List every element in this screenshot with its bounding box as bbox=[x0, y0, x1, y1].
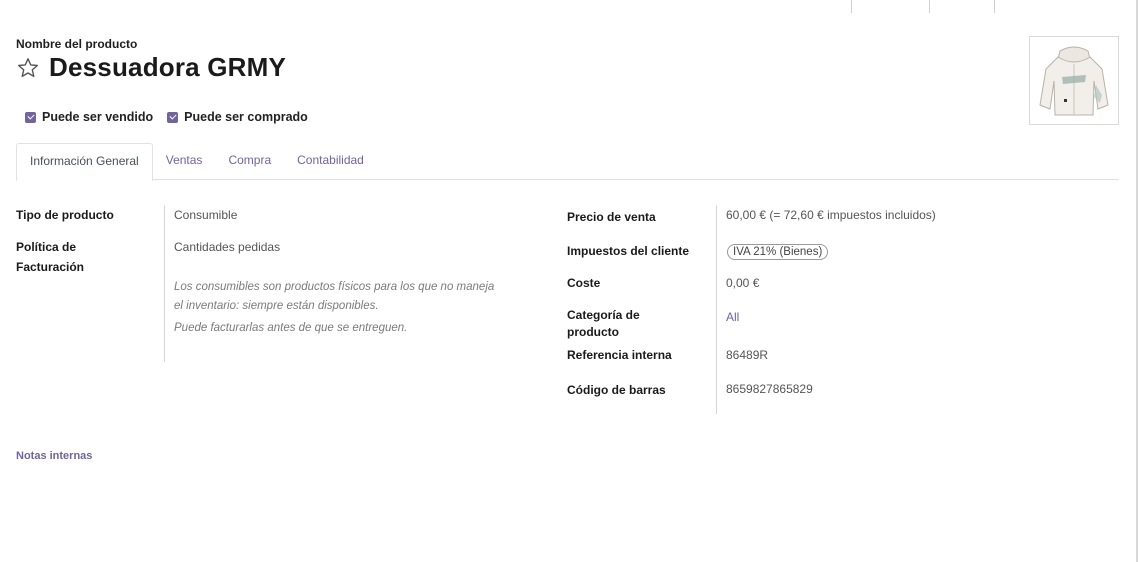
product-type-help: Los consumibles son productos físicos pa… bbox=[174, 278, 504, 338]
sale-price-field[interactable]: 60,00 € (= 72,60 € impuestos incluidos) bbox=[726, 206, 936, 224]
can-be-purchased-checkbox[interactable]: Puede ser comprado bbox=[167, 110, 308, 124]
sale-price-label: Precio de venta bbox=[567, 210, 656, 224]
tab-purchase[interactable]: Compra bbox=[215, 143, 284, 180]
toolbar-divider bbox=[851, 0, 852, 13]
can-be-sold-checkbox[interactable]: Puede ser vendido bbox=[25, 110, 153, 124]
category-field[interactable]: All bbox=[726, 308, 739, 326]
tab-general-info[interactable]: Información General bbox=[16, 143, 153, 181]
top-toolbar-dividers bbox=[0, 0, 1140, 14]
can-be-purchased-label: Puede ser comprado bbox=[184, 110, 308, 124]
product-name-label: Nombre del producto bbox=[16, 37, 138, 51]
tab-sales[interactable]: Ventas bbox=[153, 143, 216, 180]
toolbar-divider bbox=[994, 0, 995, 13]
can-be-sold-label: Puede ser vendido bbox=[42, 110, 154, 124]
internal-ref-label: Referencia interna bbox=[567, 348, 672, 362]
checkbox-checked-icon[interactable] bbox=[25, 111, 36, 123]
invoice-policy-field[interactable]: Cantidades pedidas bbox=[174, 238, 280, 256]
barcode-label: Código de barras bbox=[567, 383, 666, 397]
hoodie-image bbox=[1039, 46, 1109, 116]
title-row: Dessuadora GRMY bbox=[16, 52, 286, 83]
star-icon[interactable] bbox=[16, 56, 40, 80]
invoice-policy-label: Política de Facturación bbox=[16, 240, 85, 274]
cost-label: Coste bbox=[567, 276, 601, 290]
category-label: Categoría de producto bbox=[567, 308, 640, 339]
product-image[interactable] bbox=[1029, 36, 1119, 125]
help-text-line: Los consumibles son productos físicos pa… bbox=[174, 281, 495, 312]
barcode-field[interactable]: 8659827865829 bbox=[726, 380, 813, 398]
sale-purchase-options: Puede ser vendido Puede ser comprado bbox=[25, 110, 322, 124]
product-type-field[interactable]: Consumible bbox=[174, 206, 237, 224]
product-name[interactable]: Dessuadora GRMY bbox=[49, 52, 286, 83]
tab-accounting[interactable]: Contabilidad bbox=[284, 143, 377, 180]
left-group-divider bbox=[164, 205, 165, 362]
product-tabs: Información General Ventas Compra Contab… bbox=[16, 143, 1119, 181]
help-text-line: Puede facturarlas antes de que se entreg… bbox=[174, 322, 408, 334]
internal-ref-field[interactable]: 86489R bbox=[726, 346, 768, 364]
right-group-divider bbox=[716, 205, 717, 414]
internal-notes-link[interactable]: Notas internas bbox=[16, 450, 92, 462]
cost-field[interactable]: 0,00 € bbox=[726, 274, 759, 292]
checkbox-checked-icon[interactable] bbox=[167, 111, 179, 123]
customer-tax-tag[interactable]: IVA 21% (Bienes) bbox=[727, 244, 829, 260]
customer-taxes-label: Impuestos del cliente bbox=[567, 244, 690, 258]
product-type-label: Tipo de producto bbox=[16, 208, 114, 222]
toolbar-divider bbox=[929, 0, 930, 13]
scrollbar[interactable] bbox=[1136, 0, 1138, 562]
